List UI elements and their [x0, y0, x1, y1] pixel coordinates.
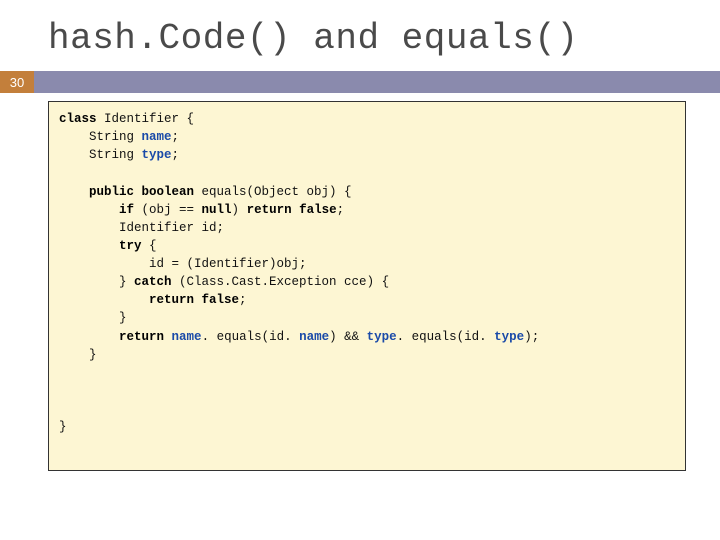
code-text: (obj == [134, 203, 202, 217]
code-text: ) && [329, 330, 367, 344]
slide-number-badge: 30 [0, 71, 34, 93]
field-type3: type [494, 330, 524, 344]
code-text: Identifier id; [59, 221, 224, 235]
kw-return-false2: return false [59, 293, 239, 307]
kw-null: null [202, 203, 232, 217]
code-text: String [59, 130, 142, 144]
code-text: (Class.Cast.Exception cce) { [172, 275, 390, 289]
kw-try: try [59, 239, 142, 253]
code-text: equals(Object obj) { [194, 185, 352, 199]
field-name: name [142, 130, 172, 144]
code-text: ; [172, 148, 180, 162]
code-text: id = (Identifier)obj; [59, 257, 307, 271]
code-text: } [59, 275, 134, 289]
code-text: . equals(id. [202, 330, 300, 344]
kw-if: if [59, 203, 134, 217]
kw-catch: catch [134, 275, 172, 289]
code-block: class Identifier { String name; String t… [48, 101, 686, 471]
code-text: ; [172, 130, 180, 144]
code-text: String [59, 148, 142, 162]
divider-bar: 30 [0, 71, 720, 93]
code-text: ); [524, 330, 539, 344]
code-text: { [142, 239, 157, 253]
code-text: ; [239, 293, 247, 307]
code-text: ; [337, 203, 345, 217]
field-name3: name [299, 330, 329, 344]
title-part2: equals() [402, 18, 579, 59]
title-and: and [291, 18, 402, 59]
field-type2: type [367, 330, 397, 344]
title-part1: hash.Code() [48, 18, 291, 59]
code-text: ) [232, 203, 247, 217]
code-text: } [59, 348, 97, 362]
slide-title: hash.Code() and equals() [0, 0, 720, 65]
kw-class: class [59, 112, 97, 126]
code-text: Identifier { [97, 112, 195, 126]
divider-fill [34, 71, 720, 93]
kw-public-boolean: public boolean [59, 185, 194, 199]
field-name2: name [172, 330, 202, 344]
kw-return-false: return false [247, 203, 337, 217]
code-text: . equals(id. [397, 330, 495, 344]
code-text: } [59, 311, 127, 325]
code-text [164, 330, 172, 344]
kw-return: return [59, 330, 164, 344]
code-text: } [59, 420, 67, 434]
field-type: type [142, 148, 172, 162]
